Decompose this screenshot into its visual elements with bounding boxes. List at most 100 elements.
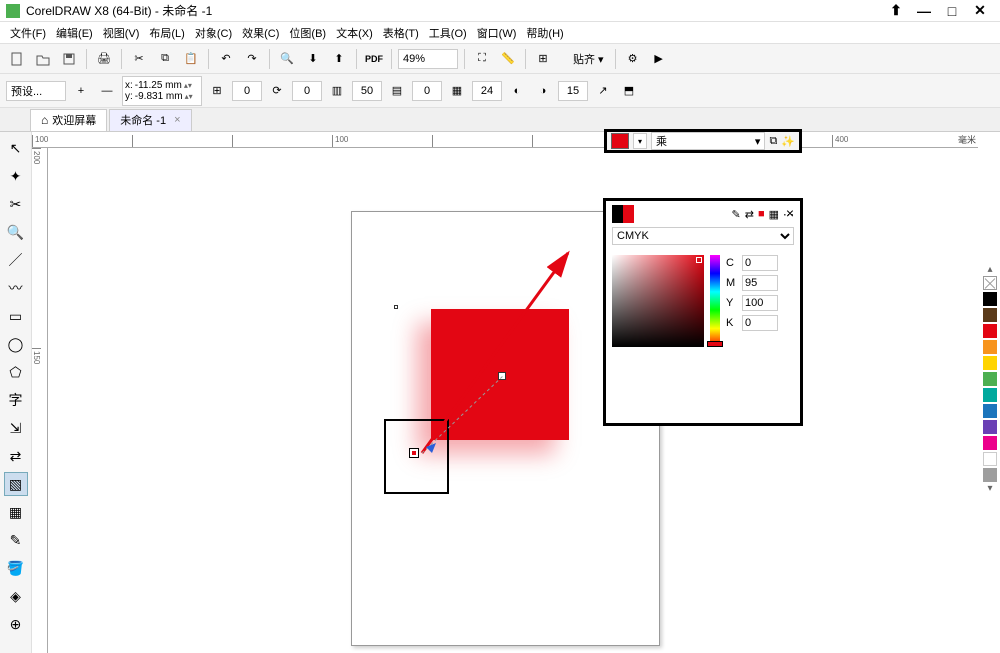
launch-button[interactable]: ▶ <box>648 48 670 70</box>
palette-down[interactable]: ▾ <box>980 483 1000 494</box>
blend-mode-dropdown[interactable]: 乘▾ <box>651 132 765 150</box>
direction-icon[interactable]: ↗ <box>592 80 614 102</box>
save-button[interactable] <box>58 48 80 70</box>
rotate-icon[interactable]: ⟳ <box>266 80 288 102</box>
palette-swatch[interactable] <box>983 436 997 450</box>
freehand-tool[interactable]: ／ <box>4 248 28 272</box>
palette-swatch[interactable] <box>983 292 997 306</box>
menu-help[interactable]: 帮助(H) <box>522 23 567 43</box>
blur-icon-a[interactable]: ◐ <box>506 80 528 102</box>
copy-shadow-button[interactable]: ⧉ <box>769 135 777 148</box>
palette-swatch[interactable] <box>983 468 997 482</box>
palette-view-icon[interactable]: ▦ <box>769 208 779 221</box>
ext-icon[interactable]: ⬆ <box>882 2 910 20</box>
fill-tool[interactable]: 🪣 <box>4 556 28 580</box>
rectangle-tool[interactable]: ▭ <box>4 304 28 328</box>
m-input[interactable] <box>742 275 778 291</box>
open-button[interactable] <box>32 48 54 70</box>
import-button[interactable]: ⬇ <box>302 48 324 70</box>
ruler-toggle[interactable]: 📏 <box>497 48 519 70</box>
drawing-canvas[interactable] <box>48 148 978 653</box>
swatch-view-icon[interactable]: ■ <box>758 208 765 220</box>
palette-up[interactable]: ▴ <box>980 264 1000 275</box>
num-b[interactable]: 50 <box>352 81 382 101</box>
position-box[interactable]: x:-11.25 mm▴▾ y:-9.831 mm▴▾ <box>122 76 202 106</box>
shadow-end-handle[interactable] <box>498 372 506 380</box>
polygon-tool[interactable]: ⬠ <box>4 360 28 384</box>
dimension-tool[interactable]: ⇲ <box>4 416 28 440</box>
new-button[interactable] <box>6 48 28 70</box>
eyedropper-tool[interactable]: ✎ <box>4 528 28 552</box>
y-input[interactable] <box>742 295 778 311</box>
artistic-tool[interactable]: 〰 <box>4 276 28 300</box>
snap-button[interactable]: ⊞ <box>532 48 554 70</box>
palette-swatch[interactable] <box>983 388 997 402</box>
palette-swatch[interactable] <box>983 372 997 386</box>
text-tool[interactable]: 字 <box>4 388 28 412</box>
inside-icon[interactable]: ⬒ <box>618 80 640 102</box>
paste-special[interactable]: 贴齐 ▾ <box>568 48 609 70</box>
anchor-grid[interactable]: ⊞ <box>206 80 228 102</box>
shadow-color-swatch[interactable] <box>611 133 629 149</box>
palette-swatch[interactable] <box>983 420 997 434</box>
minimize-button[interactable]: — <box>910 2 938 20</box>
options-button[interactable]: ⚙ <box>622 48 644 70</box>
menu-window[interactable]: 窗口(W) <box>473 23 521 43</box>
export-button[interactable]: ⬆ <box>328 48 350 70</box>
zoom-input[interactable] <box>398 49 458 69</box>
palette-swatch[interactable] <box>983 324 997 338</box>
palette-swatch[interactable] <box>983 340 997 354</box>
palette-swatch[interactable] <box>983 404 997 418</box>
menu-edit[interactable]: 编辑(E) <box>52 23 97 43</box>
print-button[interactable]: 🖨 <box>93 48 115 70</box>
ellipse-tool[interactable]: ◯ <box>4 332 28 356</box>
menu-layout[interactable]: 布局(L) <box>145 23 188 43</box>
num-a[interactable]: 0 <box>292 81 322 101</box>
menu-text[interactable]: 文本(X) <box>332 23 377 43</box>
crop-tool[interactable]: ✂ <box>4 192 28 216</box>
color-model-dropdown[interactable]: CMYK <box>612 227 794 245</box>
panel-close-button[interactable]: × <box>786 205 794 221</box>
fullscreen-button[interactable]: ⛶ <box>471 48 493 70</box>
no-color-swatch[interactable] <box>983 276 997 290</box>
menu-tools[interactable]: 工具(O) <box>425 23 471 43</box>
shadow-start-handle[interactable] <box>409 448 419 458</box>
menu-view[interactable]: 视图(V) <box>99 23 144 43</box>
menu-object[interactable]: 对象(C) <box>191 23 236 43</box>
palette-swatch[interactable] <box>983 356 997 370</box>
redo-button[interactable]: ↷ <box>241 48 263 70</box>
outline-tool[interactable]: ◈ <box>4 584 28 608</box>
pick-tool[interactable]: ↖ <box>4 136 28 160</box>
num-c[interactable]: 0 <box>412 81 442 101</box>
trans-b[interactable]: 15 <box>558 81 588 101</box>
shape-tool[interactable]: ✦ <box>4 164 28 188</box>
undo-button[interactable]: ↶ <box>215 48 237 70</box>
menu-table[interactable]: 表格(T) <box>379 23 423 43</box>
cut-button[interactable]: ✂ <box>128 48 150 70</box>
k-input[interactable] <box>742 315 778 331</box>
trans-a[interactable]: 24 <box>472 81 502 101</box>
c-input[interactable] <box>742 255 778 271</box>
menu-file[interactable]: 文件(F) <box>6 23 50 43</box>
hue-slider[interactable] <box>710 255 720 347</box>
pdf-button[interactable]: PDF <box>363 48 385 70</box>
palette-swatch[interactable] <box>983 308 997 322</box>
eyedropper-icon[interactable]: ✎ <box>732 208 741 221</box>
transparency-tool[interactable]: ▦ <box>4 500 28 524</box>
palette-swatch[interactable] <box>983 452 997 466</box>
copy-button[interactable]: ⧉ <box>154 48 176 70</box>
search-button[interactable]: 🔍 <box>276 48 298 70</box>
angle-input[interactable]: 0 <box>232 81 262 101</box>
blur-icon-b[interactable]: ◑ <box>532 80 554 102</box>
tab-welcome[interactable]: ⌂ 欢迎屏幕 <box>30 109 107 131</box>
checker-icon[interactable]: ▦ <box>446 80 468 102</box>
sliders-icon[interactable]: ⇄ <box>745 208 754 221</box>
clear-shadow-button[interactable]: ✨ <box>781 135 795 148</box>
add-preset[interactable]: + <box>70 80 92 102</box>
close-button[interactable]: ✕ <box>966 2 994 20</box>
menu-bitmap[interactable]: 位图(B) <box>285 23 330 43</box>
menu-effect[interactable]: 效果(C) <box>238 23 283 43</box>
shadow-color-dropdown[interactable]: ▾ <box>633 133 647 149</box>
tab-document[interactable]: 未命名 -1 × <box>109 109 191 131</box>
zoom-tool[interactable]: 🔍 <box>4 220 28 244</box>
